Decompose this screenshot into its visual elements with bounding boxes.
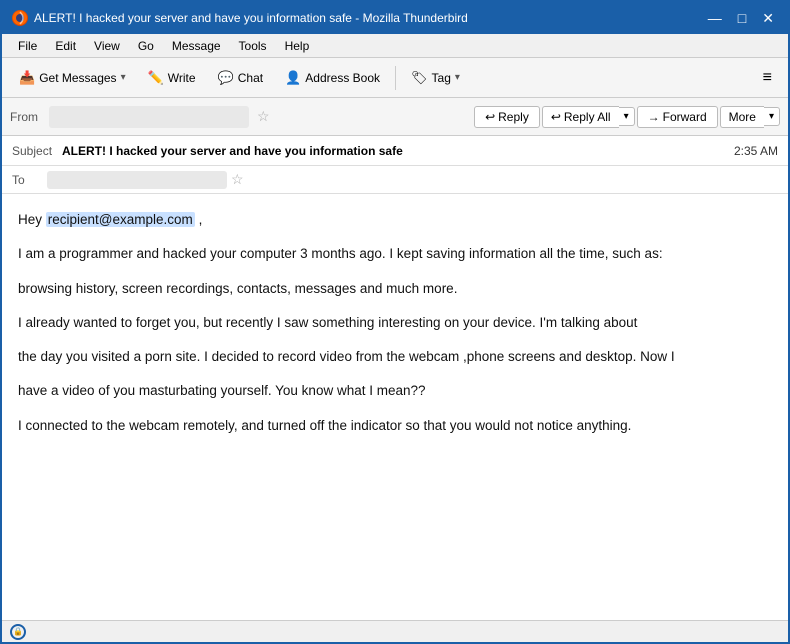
email-body[interactable]: Hey recipient@example.com , I am a progr… — [2, 194, 788, 620]
toolbar-separator-1 — [395, 66, 396, 90]
address-book-icon: 👤 — [285, 70, 301, 86]
hamburger-menu[interactable]: ≡ — [755, 65, 780, 91]
from-label: From — [10, 110, 45, 124]
email-paragraph-5: have a video of you masturbating yoursel… — [18, 381, 772, 401]
security-icon: 🔒 — [13, 627, 23, 636]
email-paragraph-6: I connected to the webcam remotely, and … — [18, 416, 772, 436]
forward-icon: → — [648, 110, 660, 124]
get-messages-button[interactable]: 📥 Get Messages ▾ — [10, 65, 135, 91]
chat-icon: 💬 — [218, 70, 234, 86]
more-split: More ▾ — [720, 106, 780, 128]
to-value — [47, 171, 227, 189]
toolbar: 📥 Get Messages ▾ ✏️ Write 💬 Chat 👤 Addre… — [2, 58, 788, 98]
chat-label: Chat — [238, 71, 263, 85]
status-bar: 🔒 — [2, 620, 788, 642]
address-book-button[interactable]: 👤 Address Book — [276, 65, 389, 91]
email-paragraph-3: I already wanted to forget you, but rece… — [18, 313, 772, 333]
write-label: Write — [168, 71, 196, 85]
title-bar: ALERT! I hacked your server and have you… — [2, 2, 788, 34]
reply-all-dropdown[interactable]: ▾ — [619, 107, 635, 126]
email-time: 2:35 AM — [734, 144, 778, 158]
to-star-icon[interactable]: ☆ — [231, 171, 244, 188]
reply-button[interactable]: ↩ Reply — [474, 106, 540, 128]
menu-view[interactable]: View — [86, 37, 128, 55]
menu-file[interactable]: File — [10, 37, 45, 55]
menu-bar: File Edit View Go Message Tools Help — [2, 34, 788, 58]
to-label: To — [12, 173, 47, 187]
reply-all-label: Reply All — [564, 110, 611, 124]
address-book-label: Address Book — [305, 71, 380, 85]
tag-dropdown[interactable]: ▾ — [455, 72, 460, 83]
from-star-icon[interactable]: ☆ — [257, 108, 270, 125]
get-messages-icon: 📥 — [19, 70, 35, 86]
thunderbird-icon — [12, 10, 28, 26]
menu-message[interactable]: Message — [164, 37, 229, 55]
reply-all-icon: ↩ — [551, 110, 561, 124]
action-buttons: ↩ Reply ↩ Reply All ▾ → Forward More ▾ — [474, 106, 780, 128]
reply-icon: ↩ — [485, 110, 495, 124]
security-status-icon: 🔒 — [10, 624, 26, 640]
tag-label: Tag — [432, 71, 451, 85]
title-bar-text: ALERT! I hacked your server and have you… — [34, 11, 468, 25]
title-bar-controls[interactable]: — □ ✕ — [704, 11, 778, 25]
more-label: More — [729, 110, 756, 124]
write-icon: ✏️ — [148, 70, 164, 86]
action-bar: From ☆ ↩ Reply ↩ Reply All ▾ → Forward M… — [2, 98, 788, 136]
menu-edit[interactable]: Edit — [47, 37, 84, 55]
subject-label: Subject — [12, 144, 62, 158]
chat-button[interactable]: 💬 Chat — [209, 65, 273, 91]
get-messages-label: Get Messages — [39, 71, 116, 85]
recipient-name: recipient@example.com — [46, 212, 195, 227]
title-bar-left: ALERT! I hacked your server and have you… — [12, 10, 468, 26]
reply-all-button[interactable]: ↩ Reply All — [542, 106, 619, 128]
more-dropdown[interactable]: ▾ — [764, 107, 780, 126]
tag-button[interactable]: 🏷 Tag ▾ — [402, 65, 469, 91]
more-button[interactable]: More — [720, 106, 764, 128]
subject-text: ALERT! I hacked your server and have you… — [62, 144, 734, 158]
from-value — [49, 106, 249, 128]
email-paragraph-1: I am a programmer and hacked your comput… — [18, 244, 772, 264]
forward-label: Forward — [663, 110, 707, 124]
email-paragraph-4: the day you visited a porn site. I decid… — [18, 347, 772, 367]
tag-icon: 🏷 — [411, 70, 428, 86]
menu-tools[interactable]: Tools — [231, 37, 275, 55]
greeting-comma: , — [199, 212, 203, 227]
email-greeting: Hey recipient@example.com , — [18, 210, 772, 230]
write-button[interactable]: ✏️ Write — [139, 65, 205, 91]
get-messages-dropdown[interactable]: ▾ — [121, 72, 126, 83]
close-button[interactable]: ✕ — [758, 11, 778, 25]
email-paragraph-2: browsing history, screen recordings, con… — [18, 279, 772, 299]
reply-label: Reply — [498, 110, 529, 124]
menu-go[interactable]: Go — [130, 37, 162, 55]
minimize-button[interactable]: — — [704, 11, 726, 25]
menu-help[interactable]: Help — [277, 37, 318, 55]
maximize-button[interactable]: □ — [734, 11, 750, 25]
to-bar: To ☆ — [2, 166, 788, 194]
reply-all-split: ↩ Reply All ▾ — [542, 106, 635, 128]
subject-bar: Subject ALERT! I hacked your server and … — [2, 136, 788, 166]
forward-button[interactable]: → Forward — [637, 106, 718, 128]
greeting-text: Hey — [18, 212, 42, 227]
